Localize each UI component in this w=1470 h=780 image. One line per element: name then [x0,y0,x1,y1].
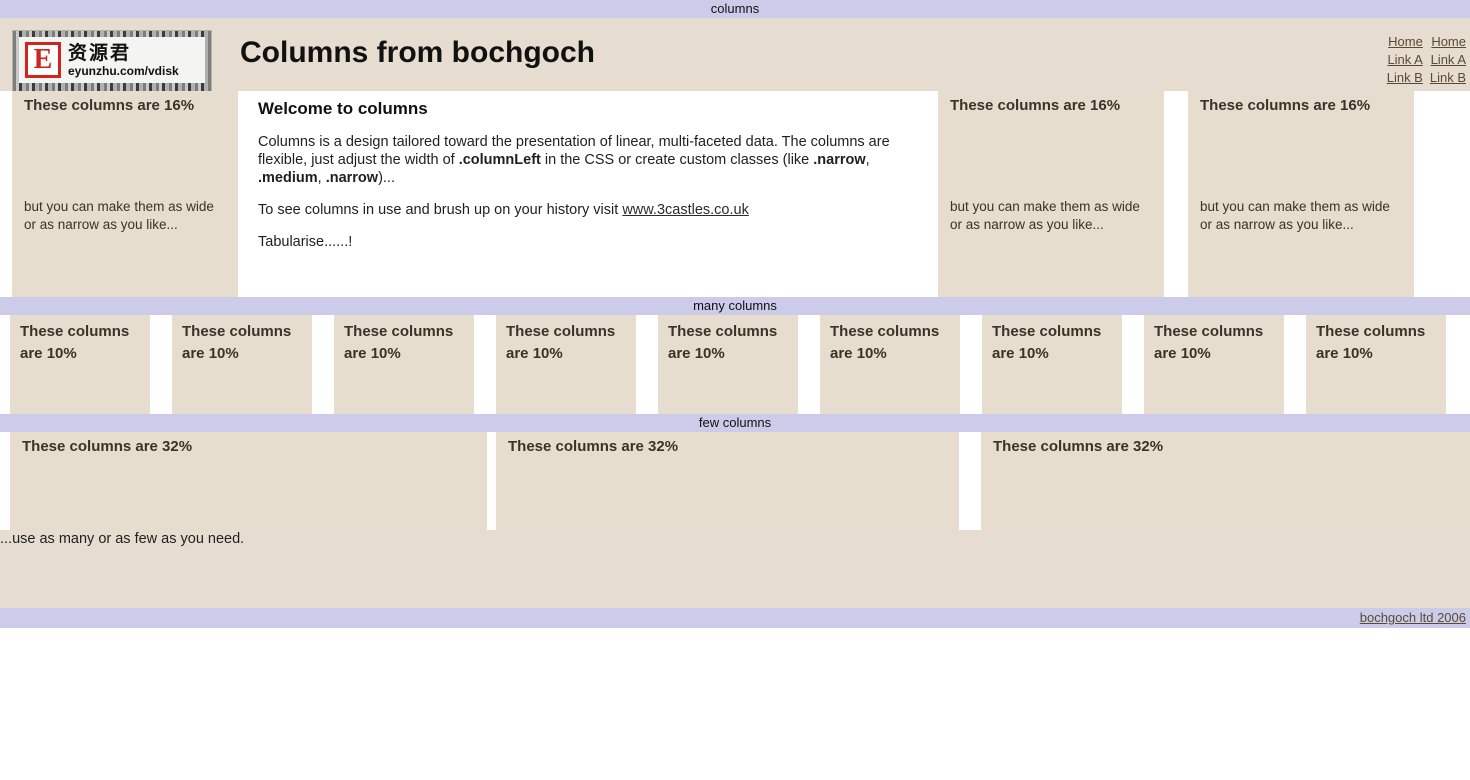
column-32-1: These columns are 32% [10,432,487,530]
column-main-content: Welcome to columns Columns is a design t… [238,91,936,297]
column-10-5: These columns are 10% [658,315,798,414]
column-10-2: These columns are 10% [172,315,312,414]
intro-text-e: )... [378,170,395,186]
nav-link-b-2[interactable]: Link B [1430,69,1466,87]
site-footer: bochgoch ltd 2006 [0,608,1470,628]
nav-column-2: Home Link A Link B [1423,33,1466,87]
top-title-bar: columns [0,0,1470,18]
column-10-8-heading: These columns are 10% [1154,323,1264,362]
nav-link-home-1[interactable]: Home [1387,33,1423,51]
column-10-4-heading: These columns are 10% [506,323,616,362]
column-10-3: These columns are 10% [334,315,474,414]
column-spacer [1200,114,1402,198]
column-16-left-heading: These columns are 16% [24,97,195,114]
column-16-right-2: These columns are 16% but you can make t… [1188,91,1414,297]
column-10-2-heading: These columns are 10% [182,323,292,362]
few-columns-bar-label: few columns [698,415,772,430]
column-10-7-heading: These columns are 10% [992,323,1102,362]
column-10-9: These columns are 10% [1306,315,1446,414]
top-columns-section: These columns are 16% but you can make t… [0,91,1470,297]
column-32-2: These columns are 32% [496,432,959,530]
logo-url: eyunzhu.com/vdisk [68,63,179,78]
column-spacer [950,114,1152,198]
code-narrow-1: .narrow [813,152,866,168]
nav-link-b-1[interactable]: Link B [1387,69,1423,87]
column-10-3-heading: These columns are 10% [344,323,454,362]
column-32-3-heading: These columns are 32% [993,438,1164,455]
column-16-right-1-body: but you can make them as wide or as narr… [950,199,1140,232]
visit-paragraph: To see columns in use and brush up on yo… [258,201,916,219]
logo-text: 资源君 eyunzhu.com/vdisk [68,44,179,77]
logo-e-mark-icon: E [25,42,61,78]
column-10-6: These columns are 10% [820,315,960,414]
column-32-1-heading: These columns are 32% [22,438,193,455]
column-32-3: These columns are 32% [981,432,1470,530]
column-16-right-1-heading: These columns are 16% [950,97,1121,114]
footer-copyright-link[interactable]: bochgoch ltd 2006 [1360,610,1466,625]
external-link-3castles[interactable]: www.3castles.co.uk [622,202,749,218]
code-narrow-2: .narrow [325,170,379,186]
column-10-1: These columns are 10% [10,315,150,414]
nav-link-home-2[interactable]: Home [1430,33,1466,51]
nav-link-a-1[interactable]: Link A [1387,51,1422,69]
column-10-1-heading: These columns are 10% [20,323,130,362]
code-columnleft: .columnLeft [458,152,541,168]
column-16-right-2-body: but you can make them as wide or as narr… [1200,199,1390,232]
few-columns-bar: few columns [0,414,1470,432]
column-32-2-heading: These columns are 32% [508,438,679,455]
column-spacer [24,114,226,198]
column-16-right-2-heading: These columns are 16% [1200,97,1371,114]
visit-text: To see columns in use and brush up on yo… [258,202,623,218]
intro-paragraph: Columns is a design tailored toward the … [258,133,916,187]
many-columns-section: These columns are 10% These columns are … [0,315,1470,414]
header-nav: Home Link A Link B Home Link A Link B [1380,33,1466,87]
column-16-left: These columns are 16% but you can make t… [12,91,238,297]
column-16-left-body: but you can make them as wide or as narr… [24,199,214,232]
tabularise-paragraph: Tabularise......! [258,234,353,250]
column-10-7: These columns are 10% [982,315,1122,414]
site-header: E 资源君 eyunzhu.com/vdisk Columns from boc… [0,18,1470,91]
intro-text-d: , [317,170,326,186]
tail-note: ...use as many or as few as you need. [0,530,1470,549]
logo-chinese-name: 资源君 [68,42,132,64]
page-filler [0,549,1470,608]
welcome-heading: Welcome to columns [258,99,428,118]
site-logo: E 资源君 eyunzhu.com/vdisk [12,30,212,91]
page-title: Columns from bochgoch [240,36,595,69]
many-columns-bar-label: many columns [693,298,777,313]
intro-text-c: , [865,152,870,168]
column-10-6-heading: These columns are 10% [830,323,940,362]
intro-text-b: in the CSS or create custom classes (lik… [540,152,814,168]
column-16-right-1: These columns are 16% but you can make t… [938,91,1164,297]
column-10-5-heading: These columns are 10% [668,323,778,362]
many-columns-bar: many columns [0,297,1470,315]
code-medium: .medium [258,170,318,186]
below-fold-area [0,628,1470,751]
nav-column-1: Home Link A Link B [1380,33,1423,87]
logo-plate: E 资源君 eyunzhu.com/vdisk [19,37,205,83]
column-10-9-heading: These columns are 10% [1316,323,1426,362]
few-columns-section: These columns are 32% These columns are … [0,432,1470,530]
column-10-4: These columns are 10% [496,315,636,414]
top-title-bar-label: columns [710,1,760,16]
nav-link-a-2[interactable]: Link A [1430,51,1466,69]
column-10-8: These columns are 10% [1144,315,1284,414]
